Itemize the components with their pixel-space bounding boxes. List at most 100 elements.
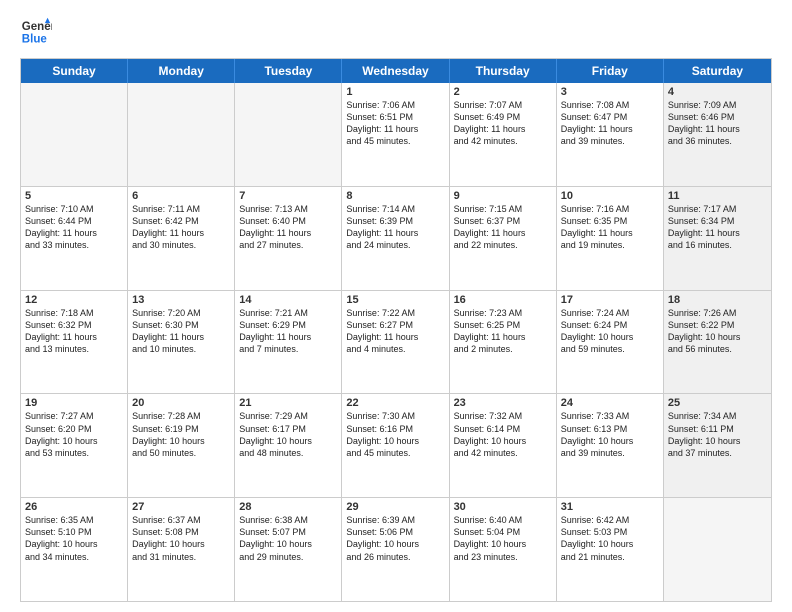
- day-info: Sunrise: 7:22 AM Sunset: 6:27 PM Dayligh…: [346, 307, 444, 356]
- cal-cell-20: 20Sunrise: 7:28 AM Sunset: 6:19 PM Dayli…: [128, 394, 235, 497]
- day-header-saturday: Saturday: [664, 59, 771, 83]
- day-info: Sunrise: 7:20 AM Sunset: 6:30 PM Dayligh…: [132, 307, 230, 356]
- day-info: Sunrise: 6:40 AM Sunset: 5:04 PM Dayligh…: [454, 514, 552, 563]
- cal-cell-13: 13Sunrise: 7:20 AM Sunset: 6:30 PM Dayli…: [128, 291, 235, 394]
- day-header-tuesday: Tuesday: [235, 59, 342, 83]
- day-info: Sunrise: 6:37 AM Sunset: 5:08 PM Dayligh…: [132, 514, 230, 563]
- day-info: Sunrise: 7:29 AM Sunset: 6:17 PM Dayligh…: [239, 410, 337, 459]
- day-number: 29: [346, 501, 444, 513]
- cal-cell-23: 23Sunrise: 7:32 AM Sunset: 6:14 PM Dayli…: [450, 394, 557, 497]
- cal-cell-16: 16Sunrise: 7:23 AM Sunset: 6:25 PM Dayli…: [450, 291, 557, 394]
- day-info: Sunrise: 7:07 AM Sunset: 6:49 PM Dayligh…: [454, 99, 552, 148]
- day-info: Sunrise: 7:09 AM Sunset: 6:46 PM Dayligh…: [668, 99, 767, 148]
- cal-cell-22: 22Sunrise: 7:30 AM Sunset: 6:16 PM Dayli…: [342, 394, 449, 497]
- day-info: Sunrise: 7:26 AM Sunset: 6:22 PM Dayligh…: [668, 307, 767, 356]
- cal-cell-18: 18Sunrise: 7:26 AM Sunset: 6:22 PM Dayli…: [664, 291, 771, 394]
- logo-icon: General Blue: [20, 16, 52, 48]
- cal-cell-6: 6Sunrise: 7:11 AM Sunset: 6:42 PM Daylig…: [128, 187, 235, 290]
- cal-cell-15: 15Sunrise: 7:22 AM Sunset: 6:27 PM Dayli…: [342, 291, 449, 394]
- day-number: 9: [454, 190, 552, 202]
- cal-cell-empty-0-1: [128, 83, 235, 186]
- cal-cell-17: 17Sunrise: 7:24 AM Sunset: 6:24 PM Dayli…: [557, 291, 664, 394]
- day-info: Sunrise: 7:34 AM Sunset: 6:11 PM Dayligh…: [668, 410, 767, 459]
- day-number: 1: [346, 86, 444, 98]
- cal-cell-31: 31Sunrise: 6:42 AM Sunset: 5:03 PM Dayli…: [557, 498, 664, 601]
- cal-cell-27: 27Sunrise: 6:37 AM Sunset: 5:08 PM Dayli…: [128, 498, 235, 601]
- day-number: 18: [668, 294, 767, 306]
- day-number: 25: [668, 397, 767, 409]
- day-number: 4: [668, 86, 767, 98]
- cal-row-1: 5Sunrise: 7:10 AM Sunset: 6:44 PM Daylig…: [21, 186, 771, 290]
- cal-cell-19: 19Sunrise: 7:27 AM Sunset: 6:20 PM Dayli…: [21, 394, 128, 497]
- day-number: 15: [346, 294, 444, 306]
- cal-cell-24: 24Sunrise: 7:33 AM Sunset: 6:13 PM Dayli…: [557, 394, 664, 497]
- cal-cell-7: 7Sunrise: 7:13 AM Sunset: 6:40 PM Daylig…: [235, 187, 342, 290]
- day-number: 21: [239, 397, 337, 409]
- cal-cell-25: 25Sunrise: 7:34 AM Sunset: 6:11 PM Dayli…: [664, 394, 771, 497]
- cal-cell-12: 12Sunrise: 7:18 AM Sunset: 6:32 PM Dayli…: [21, 291, 128, 394]
- day-info: Sunrise: 7:24 AM Sunset: 6:24 PM Dayligh…: [561, 307, 659, 356]
- cal-cell-26: 26Sunrise: 6:35 AM Sunset: 5:10 PM Dayli…: [21, 498, 128, 601]
- day-info: Sunrise: 6:35 AM Sunset: 5:10 PM Dayligh…: [25, 514, 123, 563]
- day-info: Sunrise: 7:23 AM Sunset: 6:25 PM Dayligh…: [454, 307, 552, 356]
- day-info: Sunrise: 6:38 AM Sunset: 5:07 PM Dayligh…: [239, 514, 337, 563]
- day-info: Sunrise: 7:28 AM Sunset: 6:19 PM Dayligh…: [132, 410, 230, 459]
- day-header-thursday: Thursday: [450, 59, 557, 83]
- cal-cell-30: 30Sunrise: 6:40 AM Sunset: 5:04 PM Dayli…: [450, 498, 557, 601]
- day-number: 28: [239, 501, 337, 513]
- day-number: 3: [561, 86, 659, 98]
- cal-row-2: 12Sunrise: 7:18 AM Sunset: 6:32 PM Dayli…: [21, 290, 771, 394]
- day-number: 17: [561, 294, 659, 306]
- cal-cell-empty-0-0: [21, 83, 128, 186]
- day-number: 8: [346, 190, 444, 202]
- cal-cell-9: 9Sunrise: 7:15 AM Sunset: 6:37 PM Daylig…: [450, 187, 557, 290]
- day-number: 12: [25, 294, 123, 306]
- day-number: 24: [561, 397, 659, 409]
- cal-cell-3: 3Sunrise: 7:08 AM Sunset: 6:47 PM Daylig…: [557, 83, 664, 186]
- day-number: 13: [132, 294, 230, 306]
- day-info: Sunrise: 7:21 AM Sunset: 6:29 PM Dayligh…: [239, 307, 337, 356]
- day-number: 16: [454, 294, 552, 306]
- cal-cell-5: 5Sunrise: 7:10 AM Sunset: 6:44 PM Daylig…: [21, 187, 128, 290]
- day-header-monday: Monday: [128, 59, 235, 83]
- day-number: 14: [239, 294, 337, 306]
- day-number: 11: [668, 190, 767, 202]
- cal-cell-8: 8Sunrise: 7:14 AM Sunset: 6:39 PM Daylig…: [342, 187, 449, 290]
- day-number: 7: [239, 190, 337, 202]
- cal-cell-2: 2Sunrise: 7:07 AM Sunset: 6:49 PM Daylig…: [450, 83, 557, 186]
- page-header: General Blue: [20, 16, 772, 48]
- day-info: Sunrise: 7:33 AM Sunset: 6:13 PM Dayligh…: [561, 410, 659, 459]
- cal-cell-4: 4Sunrise: 7:09 AM Sunset: 6:46 PM Daylig…: [664, 83, 771, 186]
- day-info: Sunrise: 7:27 AM Sunset: 6:20 PM Dayligh…: [25, 410, 123, 459]
- day-number: 31: [561, 501, 659, 513]
- day-info: Sunrise: 7:08 AM Sunset: 6:47 PM Dayligh…: [561, 99, 659, 148]
- cal-cell-29: 29Sunrise: 6:39 AM Sunset: 5:06 PM Dayli…: [342, 498, 449, 601]
- day-info: Sunrise: 7:14 AM Sunset: 6:39 PM Dayligh…: [346, 203, 444, 252]
- cal-cell-14: 14Sunrise: 7:21 AM Sunset: 6:29 PM Dayli…: [235, 291, 342, 394]
- day-number: 20: [132, 397, 230, 409]
- day-info: Sunrise: 7:17 AM Sunset: 6:34 PM Dayligh…: [668, 203, 767, 252]
- calendar-body: 1Sunrise: 7:06 AM Sunset: 6:51 PM Daylig…: [21, 83, 771, 601]
- day-info: Sunrise: 7:32 AM Sunset: 6:14 PM Dayligh…: [454, 410, 552, 459]
- day-info: Sunrise: 7:13 AM Sunset: 6:40 PM Dayligh…: [239, 203, 337, 252]
- day-info: Sunrise: 7:10 AM Sunset: 6:44 PM Dayligh…: [25, 203, 123, 252]
- day-number: 5: [25, 190, 123, 202]
- cal-cell-empty-4-6: [664, 498, 771, 601]
- day-info: Sunrise: 7:06 AM Sunset: 6:51 PM Dayligh…: [346, 99, 444, 148]
- day-number: 2: [454, 86, 552, 98]
- day-number: 6: [132, 190, 230, 202]
- day-header-friday: Friday: [557, 59, 664, 83]
- day-info: Sunrise: 7:11 AM Sunset: 6:42 PM Dayligh…: [132, 203, 230, 252]
- day-number: 30: [454, 501, 552, 513]
- cal-row-0: 1Sunrise: 7:06 AM Sunset: 6:51 PM Daylig…: [21, 83, 771, 186]
- cal-cell-10: 10Sunrise: 7:16 AM Sunset: 6:35 PM Dayli…: [557, 187, 664, 290]
- cal-cell-11: 11Sunrise: 7:17 AM Sunset: 6:34 PM Dayli…: [664, 187, 771, 290]
- svg-text:Blue: Blue: [22, 34, 48, 46]
- day-info: Sunrise: 7:16 AM Sunset: 6:35 PM Dayligh…: [561, 203, 659, 252]
- cal-cell-28: 28Sunrise: 6:38 AM Sunset: 5:07 PM Dayli…: [235, 498, 342, 601]
- day-number: 19: [25, 397, 123, 409]
- day-number: 27: [132, 501, 230, 513]
- day-number: 23: [454, 397, 552, 409]
- cal-cell-21: 21Sunrise: 7:29 AM Sunset: 6:17 PM Dayli…: [235, 394, 342, 497]
- calendar: SundayMondayTuesdayWednesdayThursdayFrid…: [20, 58, 772, 602]
